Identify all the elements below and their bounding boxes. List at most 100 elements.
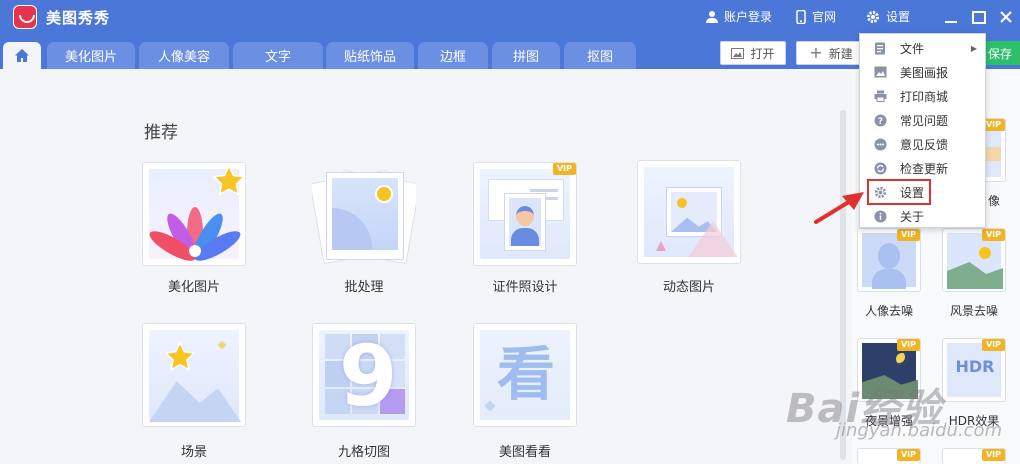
tab-portrait[interactable]: 人像美容	[139, 42, 229, 69]
plus-icon: +	[809, 43, 823, 62]
person-icon	[516, 206, 534, 226]
card-scene[interactable]	[142, 323, 246, 427]
vip-badge: VIP	[552, 163, 576, 175]
title-bar: 美图秀秀 账户登录 官网 设置	[0, 0, 1020, 33]
card-batch[interactable]	[312, 162, 416, 266]
menu-label: 打印商城	[900, 89, 949, 104]
menu-item-pictorial[interactable]: 美图画报	[860, 60, 985, 84]
tab-beautify[interactable]: 美化图片	[47, 42, 135, 69]
settings-dropdown-menu: 文件 ▶ 美图画报 打印商城 ? 常见问题 意见反馈 检查更新 设置 关于	[859, 33, 986, 228]
card-label-batch: 批处理	[344, 280, 384, 295]
new-label: 新建	[828, 46, 853, 61]
right-item-hdr[interactable]: HDR VIP	[942, 338, 1006, 402]
menu-item-check-update[interactable]: 检查更新	[860, 156, 985, 180]
vip-badge: VIP	[896, 449, 920, 461]
user-icon	[706, 11, 718, 23]
submenu-arrow-icon: ▶	[970, 43, 977, 53]
menu-item-feedback[interactable]: 意见反馈	[860, 132, 985, 156]
file-icon	[873, 41, 887, 55]
right-label-landscape-denoise: 风景去噪	[949, 304, 998, 318]
image-icon	[731, 47, 745, 59]
view-glyph-icon: 看	[496, 340, 555, 408]
minimize-icon[interactable]	[942, 8, 960, 26]
website-label: 官网	[812, 10, 837, 24]
moon-icon	[896, 353, 908, 365]
card-label-viewer: 美图看看	[498, 445, 551, 460]
open-button[interactable]: 打开	[720, 41, 786, 65]
website-button[interactable]: 官网	[796, 8, 836, 25]
picture-icon	[873, 65, 887, 79]
home-icon	[15, 49, 29, 62]
card-beautify[interactable]	[142, 162, 246, 266]
menu-label: 意见反馈	[900, 137, 949, 152]
star-icon	[212, 164, 245, 196]
menu-label: 文件	[900, 41, 925, 56]
gear-icon	[873, 185, 887, 199]
right-item-partial-1[interactable]: VIP	[857, 448, 921, 464]
feedback-icon	[873, 137, 887, 151]
right-item-landscape-denoise[interactable]: VIP	[942, 228, 1006, 292]
right-label-portrait-denoise: 人像去噪	[864, 304, 913, 318]
app-logo	[13, 5, 37, 29]
menu-label: 关于	[900, 209, 925, 224]
card-viewer[interactable]: 看	[473, 323, 577, 427]
vip-badge: VIP	[896, 339, 920, 351]
app-title: 美图秀秀	[46, 9, 111, 27]
card-animated[interactable]	[637, 160, 741, 264]
sun-icon	[375, 185, 393, 203]
tab-home[interactable]	[3, 42, 41, 69]
card-label-animated: 动态图片	[662, 280, 715, 295]
svg-text:?: ?	[877, 117, 882, 127]
phone-icon	[796, 9, 806, 24]
menu-item-faq[interactable]: ? 常见问题	[860, 108, 985, 132]
right-item-partial-2[interactable]: VIP	[942, 448, 1006, 464]
new-button[interactable]: + 新建	[796, 41, 866, 65]
menu-item-about[interactable]: 关于	[860, 204, 985, 228]
nine-numeral-icon: 9	[339, 327, 398, 425]
flower-icon	[149, 207, 241, 261]
menu-item-settings[interactable]: 设置	[867, 179, 931, 205]
open-label: 打开	[750, 46, 775, 61]
card-nine-grid[interactable]: 9	[312, 323, 416, 427]
vip-badge: VIP	[981, 229, 1005, 241]
star-icon	[164, 341, 196, 371]
question-icon: ?	[873, 113, 887, 127]
refresh-icon	[873, 161, 887, 175]
card-label-beautify: 美化图片	[167, 280, 220, 295]
card-label-scene: 场景	[180, 445, 207, 460]
settings-label: 设置	[886, 10, 911, 24]
menu-label: 检查更新	[900, 161, 949, 176]
tab-cutout[interactable]: 抠图	[564, 42, 636, 69]
tab-border[interactable]: 边框	[418, 42, 488, 69]
vip-badge: VIP	[896, 229, 920, 241]
close-icon[interactable]	[997, 8, 1015, 26]
card-label-id-photo: 证件照设计	[492, 280, 558, 295]
menu-label: 设置	[900, 185, 925, 200]
person-icon	[878, 243, 900, 269]
tab-stickers[interactable]: 贴纸饰品	[326, 42, 414, 69]
card-id-photo[interactable]: VIP	[473, 162, 577, 266]
watermark-url: jingyan.baidu.com	[836, 420, 1003, 441]
printer-icon	[873, 89, 887, 103]
vip-badge: VIP	[981, 339, 1005, 351]
hdr-thumb-text: HDR	[955, 357, 995, 376]
account-login-button[interactable]: 账户登录	[706, 8, 772, 25]
annotation-arrow-icon	[814, 192, 864, 224]
maximize-icon[interactable]	[970, 8, 988, 26]
sun-icon	[677, 198, 687, 208]
gear-icon	[867, 10, 879, 23]
tab-collage[interactable]: 拼图	[492, 42, 560, 69]
card-label-nine-grid: 九格切图	[337, 445, 390, 460]
menu-label: 常见问题	[900, 113, 949, 128]
tab-text[interactable]: 文字	[233, 42, 323, 69]
vip-badge: VIP	[981, 449, 1005, 461]
menu-item-print-store[interactable]: 打印商城	[860, 84, 985, 108]
save-label: 保存	[987, 46, 1012, 61]
section-title: 推荐	[144, 123, 178, 143]
account-login-label: 账户登录	[724, 10, 773, 24]
sun-icon	[979, 247, 991, 259]
settings-menu-button[interactable]: 设置	[866, 8, 910, 25]
right-item-portrait-denoise[interactable]: VIP	[857, 228, 921, 292]
menu-item-file[interactable]: 文件 ▶	[860, 36, 985, 60]
menu-label: 美图画报	[900, 65, 949, 80]
